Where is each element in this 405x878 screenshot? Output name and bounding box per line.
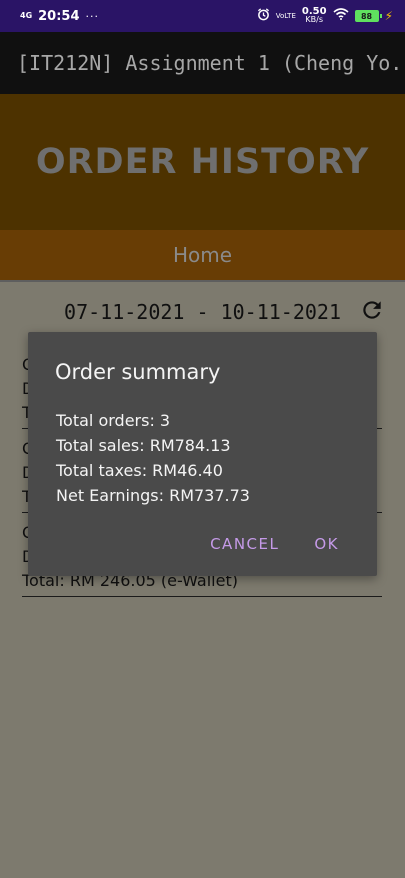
app-title: [IT212N] Assignment 1 (Cheng Yo... (17, 51, 405, 75)
battery-icon: 88 (354, 10, 382, 22)
refresh-icon[interactable] (359, 297, 385, 327)
network-type: 4G (20, 11, 33, 20)
page-header: ORDER HISTORY (0, 94, 405, 230)
speed-unit: KB/s (305, 15, 324, 24)
home-nav-label: Home (172, 243, 233, 267)
alarm-icon (257, 7, 270, 25)
total-taxes-text: Total taxes: RM46.40 (56, 461, 223, 480)
cancel-button[interactable]: CANCEL (210, 535, 279, 553)
page-title: ORDER HISTORY (35, 142, 370, 182)
status-time: 20:54 (38, 8, 80, 24)
dialog-body: Total orders: 3 Total sales: RM784.13 To… (56, 408, 250, 508)
volte-indicator: VoLTE (275, 11, 296, 20)
network-speed: 0.50 KB/s (302, 7, 327, 24)
app-title-bar: [IT212N] Assignment 1 (Cheng Yo... (0, 32, 405, 94)
notification-dots: ··· (85, 9, 100, 23)
home-nav-button[interactable]: Home (0, 230, 405, 282)
status-bar: 4G 20:54 ··· VoLTE 0.50 KB/s 88 ⚡ (0, 0, 405, 32)
date-range-row: 07-11-2021 - 10-11-2021 (0, 290, 405, 334)
ok-button[interactable]: OK (314, 535, 339, 553)
charging-icon: ⚡ (384, 9, 393, 23)
order-summary-dialog: Order summary Total orders: 3 Total sale… (28, 332, 377, 576)
wifi-icon (333, 8, 349, 24)
total-sales-text: Total sales: RM784.13 (56, 436, 231, 455)
dialog-title: Order summary (55, 360, 221, 384)
net-earnings-text: Net Earnings: RM737.73 (56, 486, 250, 505)
date-range[interactable]: 07-11-2021 - 10-11-2021 (64, 300, 341, 324)
total-orders-text: Total orders: 3 (56, 411, 171, 430)
dialog-actions: CANCEL OK (210, 535, 339, 553)
